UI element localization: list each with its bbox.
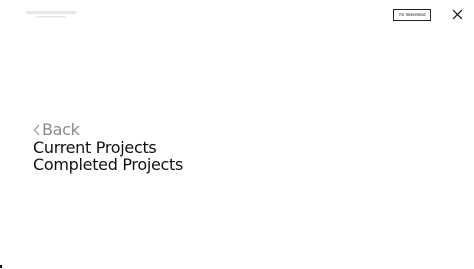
im-interested-button[interactable]: I'm Interested (393, 9, 431, 21)
chevron-left-icon (33, 124, 40, 136)
back-link[interactable]: Back (33, 121, 183, 139)
menu-item-completed-projects[interactable]: Completed Projects (33, 156, 183, 174)
corner-marker (0, 265, 2, 268)
project-menu: Back Current Projects Completed Projects (33, 121, 183, 174)
logo[interactable] (24, 9, 80, 20)
close-icon (452, 9, 463, 20)
logo-wordmark-icon (26, 11, 76, 18)
close-button[interactable] (451, 8, 464, 21)
back-label: Back (42, 120, 80, 139)
menu-item-current-projects[interactable]: Current Projects (33, 138, 183, 157)
